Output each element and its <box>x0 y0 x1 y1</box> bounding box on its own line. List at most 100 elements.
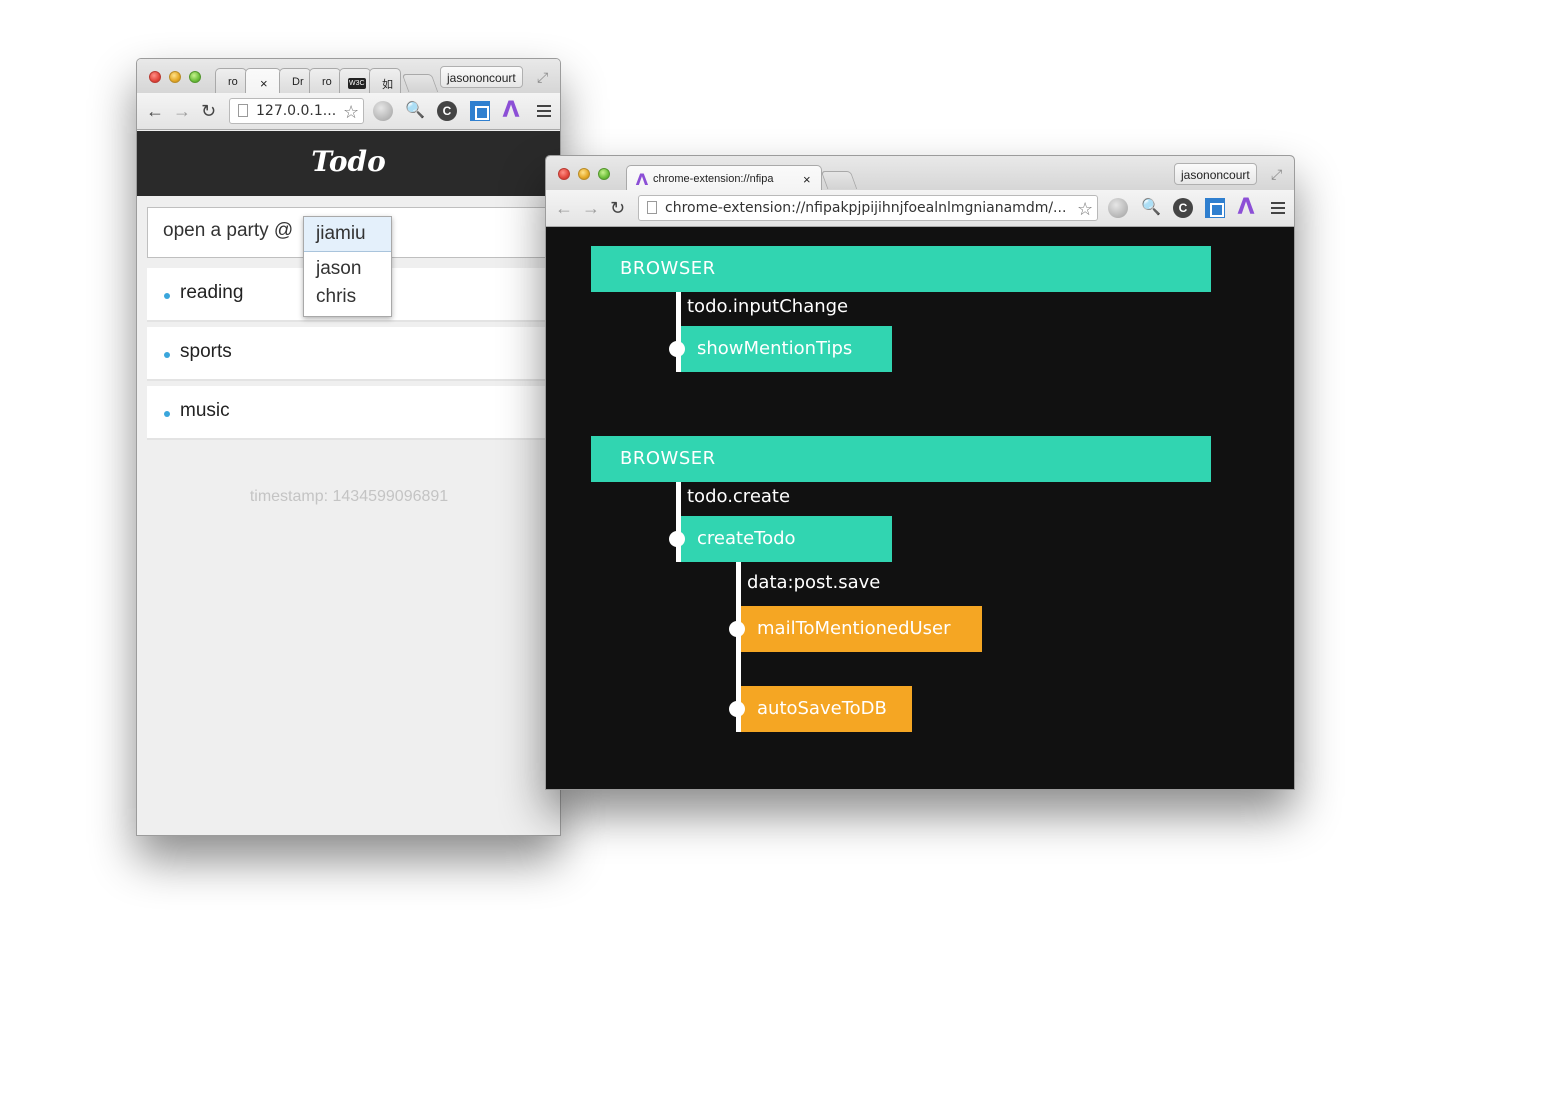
handler-label: createTodo <box>697 528 796 549</box>
forward-arrow-icon[interactable]: → <box>173 101 191 121</box>
input-value: open a party @ <box>163 220 294 241</box>
tab-label: ro <box>322 76 332 88</box>
tab-dr[interactable]: Dr <box>279 68 311 93</box>
lambda-icon[interactable]: Λ <box>501 100 521 122</box>
qr-code-icon[interactable] <box>1205 198 1225 218</box>
flow-browser-window: Λ chrome-extension://nfipa × jasononcour… <box>545 155 1295 790</box>
reload-icon[interactable]: ↻ <box>610 198 625 218</box>
mention-option-label: jiamiu <box>316 223 366 244</box>
mention-option[interactable]: jason <box>304 254 391 282</box>
profile-name: jasononcourt <box>1181 168 1250 182</box>
browser-toolbar: ← → ↻ 127.0.0.1... ☆ 🔍 C Λ <box>137 93 560 130</box>
mention-option-label: chris <box>316 286 357 307</box>
globe-icon[interactable] <box>1108 198 1128 218</box>
event-flow-panel: BROWSER todo.inputChange showMentionTips… <box>546 228 1294 789</box>
address-bar[interactable]: 127.0.0.1... ☆ <box>229 98 364 124</box>
todo-item[interactable]: sports <box>147 327 560 381</box>
handler-bar[interactable]: mailToMentionedUser <box>741 606 982 652</box>
magnifier-icon[interactable]: 🔍 <box>1141 198 1161 218</box>
source-bar[interactable]: BROWSER <box>591 436 1211 482</box>
forward-arrow-icon[interactable]: → <box>582 198 600 218</box>
tab-active[interactable]: × <box>245 68 281 93</box>
tab-label: 如 <box>382 79 393 91</box>
app-header: Todo <box>137 131 560 196</box>
handler-bar[interactable]: autoSaveToDB <box>741 686 912 732</box>
todo-browser-window: ro × Dr ro W3C 如 jasononcourt ⤢ ← → ↻ 12… <box>136 58 561 836</box>
tab-title: chrome-extension://nfipa <box>653 173 774 185</box>
star-icon[interactable]: ☆ <box>1077 199 1093 220</box>
lambda-icon[interactable]: Λ <box>1236 197 1256 219</box>
address-bar[interactable]: chrome-extension://nfipakpjpijihnjfoealn… <box>638 195 1098 221</box>
tab-extension[interactable]: Λ chrome-extension://nfipa × <box>626 165 822 190</box>
tab-label: Dr <box>292 76 304 88</box>
bullet-icon <box>164 411 170 417</box>
todo-body: open a party @ reading sports music time… <box>137 196 560 835</box>
back-arrow-icon[interactable]: ← <box>555 198 573 218</box>
new-tab-button[interactable] <box>820 171 858 189</box>
tab-ro-1[interactable]: ro <box>215 68 247 93</box>
handler-label: autoSaveToDB <box>757 698 887 719</box>
tab-label: ro <box>228 76 238 88</box>
minimize-window-button[interactable] <box>578 168 590 180</box>
tab-strip: Λ chrome-extension://nfipa × jasononcour… <box>546 156 1294 190</box>
lambda-favicon-icon: Λ <box>635 170 649 189</box>
handler-label: mailToMentionedUser <box>757 618 951 639</box>
handler-label: showMentionTips <box>697 338 853 359</box>
mention-dropdown: jiamiu jason chris <box>303 216 392 317</box>
reload-icon[interactable]: ↻ <box>201 101 216 121</box>
handler-node <box>669 341 685 357</box>
c-circle-icon[interactable]: C <box>1173 198 1193 218</box>
back-arrow-icon[interactable]: ← <box>146 101 164 121</box>
mention-option[interactable]: chris <box>304 282 391 310</box>
url-text: 127.0.0.1... <box>256 103 337 119</box>
w3c-favicon-icon: W3C <box>348 78 366 89</box>
todo-item[interactable]: music <box>147 386 560 440</box>
close-window-button[interactable] <box>558 168 570 180</box>
close-tab-icon[interactable]: × <box>260 76 268 91</box>
timestamp-text: timestamp: 1434599096891 <box>249 488 449 505</box>
app-title: Todo <box>311 145 386 178</box>
handler-node <box>729 621 745 637</box>
handler-node <box>669 531 685 547</box>
todo-item-label: reading <box>180 282 244 303</box>
profile-button[interactable]: jasononcourt <box>440 66 523 88</box>
menu-icon[interactable] <box>537 105 551 117</box>
browser-toolbar: ← → ↻ chrome-extension://nfipakpjpijihnj… <box>546 190 1294 227</box>
globe-icon[interactable] <box>373 101 393 121</box>
source-bar[interactable]: BROWSER <box>591 246 1211 292</box>
menu-icon[interactable] <box>1271 202 1285 214</box>
minimize-window-button[interactable] <box>169 71 181 83</box>
tab-ro-2[interactable]: ro <box>309 68 341 93</box>
tab-w3c[interactable]: W3C <box>339 68 371 93</box>
zoom-window-button[interactable] <box>598 168 610 180</box>
magnifier-icon[interactable]: 🔍 <box>405 101 425 121</box>
handler-node <box>729 701 745 717</box>
zoom-window-button[interactable] <box>189 71 201 83</box>
page-icon <box>238 104 248 117</box>
fullscreen-icon[interactable]: ⤢ <box>537 70 551 84</box>
url-text: chrome-extension://nfipakpjpijihnjfoealn… <box>665 200 1067 216</box>
handler-bar[interactable]: showMentionTips <box>681 326 892 372</box>
star-icon[interactable]: ☆ <box>343 102 359 123</box>
c-circle-icon[interactable]: C <box>437 101 457 121</box>
mention-option-label: jason <box>316 258 362 279</box>
event-label: data:post.save <box>747 572 881 593</box>
event-label: todo.create <box>687 486 791 507</box>
source-label: BROWSER <box>620 448 716 469</box>
profile-name: jasononcourt <box>447 71 516 85</box>
qr-code-icon[interactable] <box>470 101 490 121</box>
fullscreen-icon[interactable]: ⤢ <box>1271 167 1285 181</box>
close-window-button[interactable] <box>149 71 161 83</box>
tab-strip: ro × Dr ro W3C 如 jasononcourt ⤢ <box>137 59 560 93</box>
page-icon <box>647 201 657 214</box>
source-label: BROWSER <box>620 258 716 279</box>
bullet-icon <box>164 293 170 299</box>
profile-button[interactable]: jasononcourt <box>1174 163 1257 185</box>
tab-chinese[interactable]: 如 <box>369 68 401 93</box>
event-label: todo.inputChange <box>687 296 849 317</box>
new-tab-button[interactable] <box>401 74 439 92</box>
handler-bar[interactable]: createTodo <box>681 516 892 562</box>
mention-option-selected[interactable]: jiamiu <box>304 217 391 252</box>
todo-item-label: sports <box>180 341 232 362</box>
close-tab-icon[interactable]: × <box>803 172 811 187</box>
